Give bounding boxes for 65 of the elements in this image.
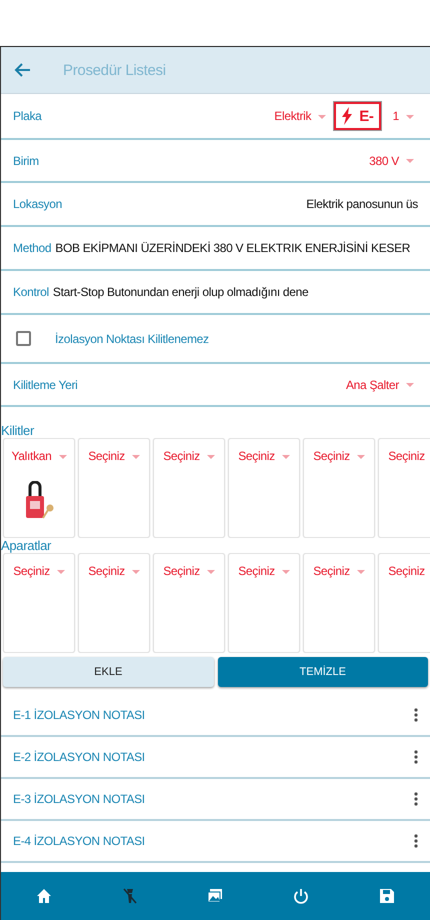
caret-icon [56,570,65,574]
checkbox[interactable] [16,331,31,346]
field-label: Birim [13,154,39,168]
caret-icon [58,454,67,459]
more-button[interactable] [414,750,418,764]
slot-dropdown[interactable]: Seçiniz [13,564,65,578]
caret-icon [356,570,365,574]
caret-icon [132,454,140,459]
slot-dropdown[interactable]: Seçiniz [88,449,140,463]
slot-dropdown[interactable]: Seçiniz [88,564,140,578]
field-value: Elektrik panosunun üs [306,197,418,211]
more-icon [414,750,418,764]
note-item[interactable]: E-4 İZOLASYON NOTASI [13,834,145,848]
slot-dropdown[interactable]: Seçiniz [313,564,365,578]
caret-icon [406,383,414,388]
action-button[interactable]: EKLE [3,657,214,687]
slot-dropdown[interactable]: Seçiniz [238,564,290,578]
action-button[interactable]: TEMİZLE [218,657,428,687]
power-icon [292,887,310,905]
slot-dropdown[interactable]: Seçiniz [163,449,215,463]
field-value: BOB EKİPMANI ÜZERİNDEKİ 380 V ELEKTRIK ENERJİSİNİ KESER [55,241,410,255]
number-dropdown[interactable]: 1 [392,109,414,123]
more-button[interactable] [414,708,418,722]
more-button[interactable] [414,792,418,806]
caret-icon [318,114,326,119]
slot-dropdown[interactable]: Seçiniz [313,449,365,463]
caret-icon [356,454,365,459]
caret-icon [406,114,414,119]
more-icon [414,708,418,722]
page-title: Prosedür Listesi [63,62,166,78]
field-label: Plaka [13,109,42,123]
slot-dropdown[interactable]: Seçiniz [388,449,430,463]
field-label: Method [13,241,52,255]
caret-icon [206,570,215,574]
caret-icon [132,570,140,574]
caret-icon [282,454,290,459]
padlock-icon [23,481,55,521]
field-label: Kilitleme Yeri [13,378,78,392]
slot-dropdown[interactable]: Seçiniz [163,564,215,578]
note-item[interactable]: E-3 İZOLASYON NOTASI [13,792,145,806]
field-label: Lokasyon [13,197,62,211]
note-item[interactable]: E-2 İZOLASYON NOTASI [13,750,145,764]
slot-dropdown[interactable]: Seçiniz [388,564,430,578]
type-dropdown[interactable]: Elektrik [274,109,326,123]
slot-dropdown[interactable]: Yalıtkan [11,449,67,463]
more-button[interactable] [414,834,418,848]
more-icon [414,792,418,806]
field-value: Start-Stop Butonundan enerji olup olmadığını dene [52,285,308,299]
checkbox-label: İzolasyon Noktası Kilitlenemez [55,332,209,346]
save-icon [378,887,396,905]
value-dropdown[interactable]: Ana Şalter [346,378,414,392]
value-dropdown[interactable]: 380 V [369,154,414,168]
slot-dropdown[interactable]: Seçiniz [238,449,290,463]
flashlight-off-icon [120,887,139,905]
field-label: Kontrol [13,285,49,299]
home-icon [34,887,53,905]
energy-badge: E- [334,102,381,130]
note-item[interactable]: E-1 İZOLASYON NOTASI [13,708,145,722]
section-title: Kilitler [1,423,36,438]
lightning-icon [341,107,354,125]
caret-icon [282,570,290,574]
more-icon [414,834,418,848]
caret-icon [206,454,215,459]
section-title: Aparatlar [1,538,52,553]
caret-icon [406,159,414,164]
